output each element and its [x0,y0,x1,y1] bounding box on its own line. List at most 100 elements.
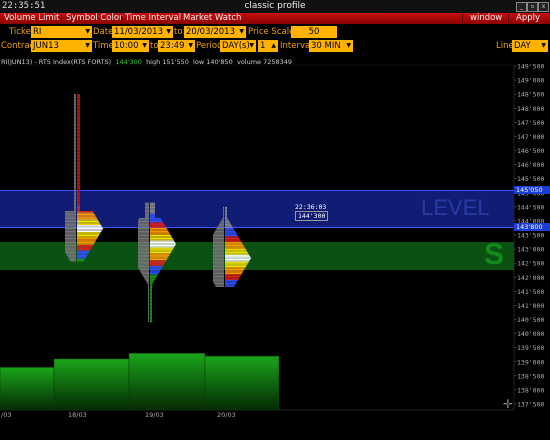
profile-row-left [74,99,76,101]
profile-row [225,251,248,254]
profile-row-left [74,149,76,151]
profile-row [77,222,100,224]
profile-row-left [213,256,224,258]
profile-row-left [74,187,76,189]
profile-row [225,236,239,238]
y-tick-label: 148'000 [517,105,544,113]
profile-row [150,305,152,307]
profile-row [150,309,152,311]
profile-row-left [74,125,76,127]
profile-row [225,244,244,247]
profile-row-left [145,213,149,216]
profile-row [77,178,80,180]
profile-row-left [74,164,76,166]
y-tick-label: 149'000 [517,77,544,85]
profile-row [77,208,80,210]
profile-row-left [74,191,76,193]
y-tick-label: 146'000 [517,161,544,169]
profile-row [225,227,234,230]
profile-row [225,249,246,251]
profile-row [225,271,243,273]
profile-row-left [213,270,224,272]
profile-row [225,229,235,231]
y-tick-label: 138'000 [517,386,544,394]
profile-row-left [145,205,149,207]
profile-row [77,120,80,123]
profile-row [150,249,173,251]
profile-row [77,227,103,230]
profile-row [77,113,80,116]
x-label: 18/03 [68,411,87,419]
profile-row [225,216,227,218]
profile-row [77,218,98,220]
profile-row-left [146,281,149,283]
profile-row [77,187,80,189]
profile-row [77,118,80,120]
profile-row-left [70,260,76,262]
profile-row-left [65,211,76,213]
profile-row [150,294,152,296]
profile-row-left [145,208,149,210]
profile-row [77,111,80,113]
profile-row [77,260,84,262]
profile-row-left [74,160,76,162]
profile-row [77,127,80,130]
profile-row [150,292,152,294]
profile-row [77,151,80,154]
profile-row [225,260,250,262]
profile-row [77,201,80,203]
profile-row [150,257,168,259]
profile-row-left [145,212,149,214]
profile-row [77,132,80,134]
profile-row [77,150,80,152]
profile-row [77,196,80,199]
profile-row [77,135,80,137]
y-tick-label: 143'500 [517,232,544,240]
profile-row-left [148,285,149,287]
profile-row [77,192,80,194]
profile-row [225,267,246,269]
profile-row-left [65,212,76,214]
y-tick-label: 140'000 [517,330,544,338]
profile-row [225,273,242,275]
profile-row-left [148,318,149,320]
price-tag-upper: 145'050 [514,186,550,194]
profile-row [77,168,80,171]
profile-row-left [145,216,149,218]
volume-bar [128,353,206,411]
profile-row [150,243,176,245]
profile-row-left [74,156,76,158]
profile-row-left [213,280,224,282]
profile-row-left [65,249,76,251]
profile-row-left [74,147,76,149]
profile-row-left [223,215,224,217]
profile-row-left [74,184,76,186]
profile-row-left [65,216,76,218]
profile-row-left [65,229,76,231]
profile-row-left [74,195,76,197]
profile-row [77,219,98,221]
profile-row [225,225,232,227]
y-tick-label: 142'500 [517,260,544,268]
profile-row [150,274,158,276]
profile-row [150,265,163,268]
x-label: 19/03 [145,411,164,419]
profile-row [225,243,243,245]
profile-row [77,137,80,140]
profile-row-left [213,275,224,278]
profile-row [77,253,88,255]
profile-row-left [223,206,224,209]
profile-row-left [214,282,224,285]
profile-row-left [74,142,76,144]
profile-row-left [74,165,76,168]
profile-row-left [74,189,76,192]
profile-row [77,223,101,225]
profile-row-left [68,257,76,259]
profile-row [225,209,227,211]
profile-row-left [213,242,224,244]
profile-row-left [219,223,224,225]
profile-row [77,164,80,166]
crosshair-icon[interactable]: ✛ [503,398,515,410]
profile-row-left [138,220,149,223]
profile-row-left [74,113,76,116]
